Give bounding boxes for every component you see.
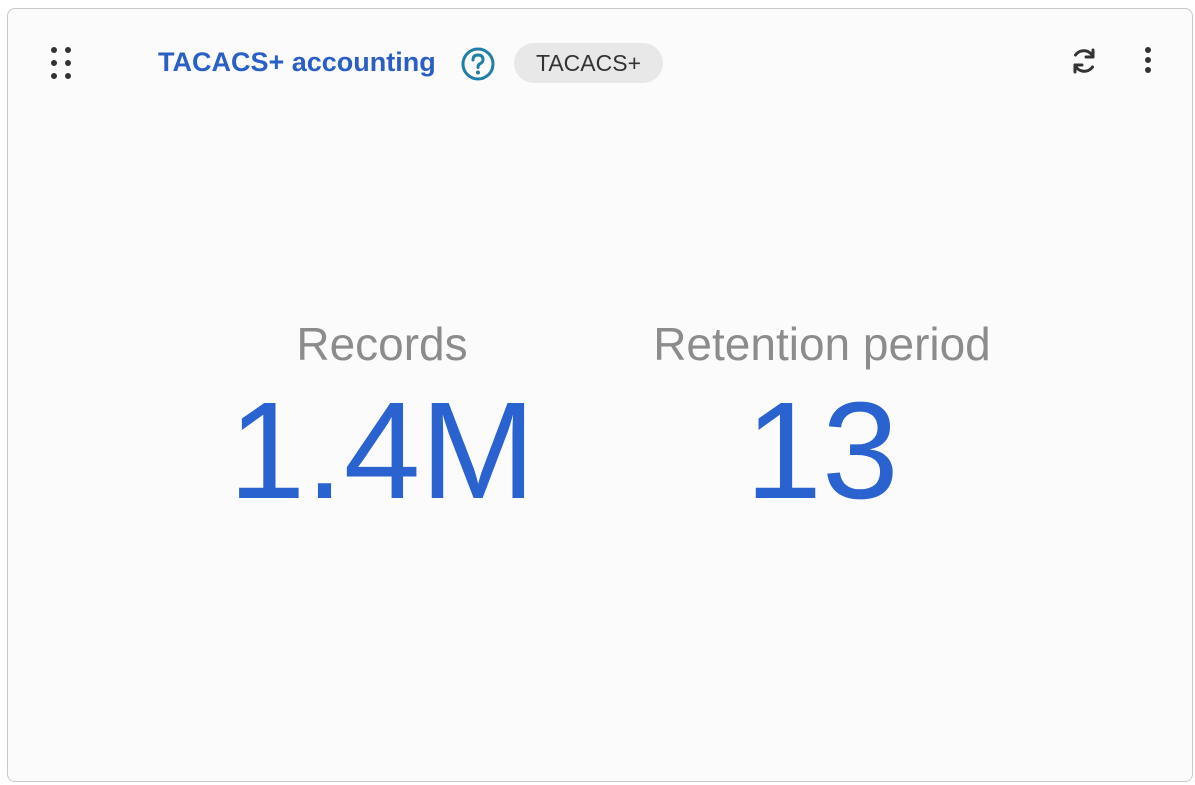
refresh-icon[interactable] [1068, 45, 1100, 77]
help-circle-icon[interactable] [460, 46, 496, 82]
widget-title[interactable]: TACACS+ accounting [158, 45, 436, 79]
widget-header: TACACS+ accounting TACACS+ [8, 9, 1192, 119]
stat-value-records: 1.4M [228, 374, 536, 528]
stat-value-retention-period: 13 [745, 374, 899, 528]
stat-records: Records 1.4M [207, 314, 557, 526]
stat-retention-period: Retention period 13 [607, 314, 1037, 526]
drag-handle-icon[interactable] [48, 45, 74, 81]
stat-label-records: Records [296, 318, 468, 370]
more-vertical-icon[interactable] [1136, 45, 1160, 77]
stat-label-retention-period: Retention period [653, 318, 991, 370]
tacacs-accounting-widget: TACACS+ accounting TACACS+ Records 1.4M … [7, 8, 1193, 782]
protocol-badge: TACACS+ [514, 43, 664, 83]
